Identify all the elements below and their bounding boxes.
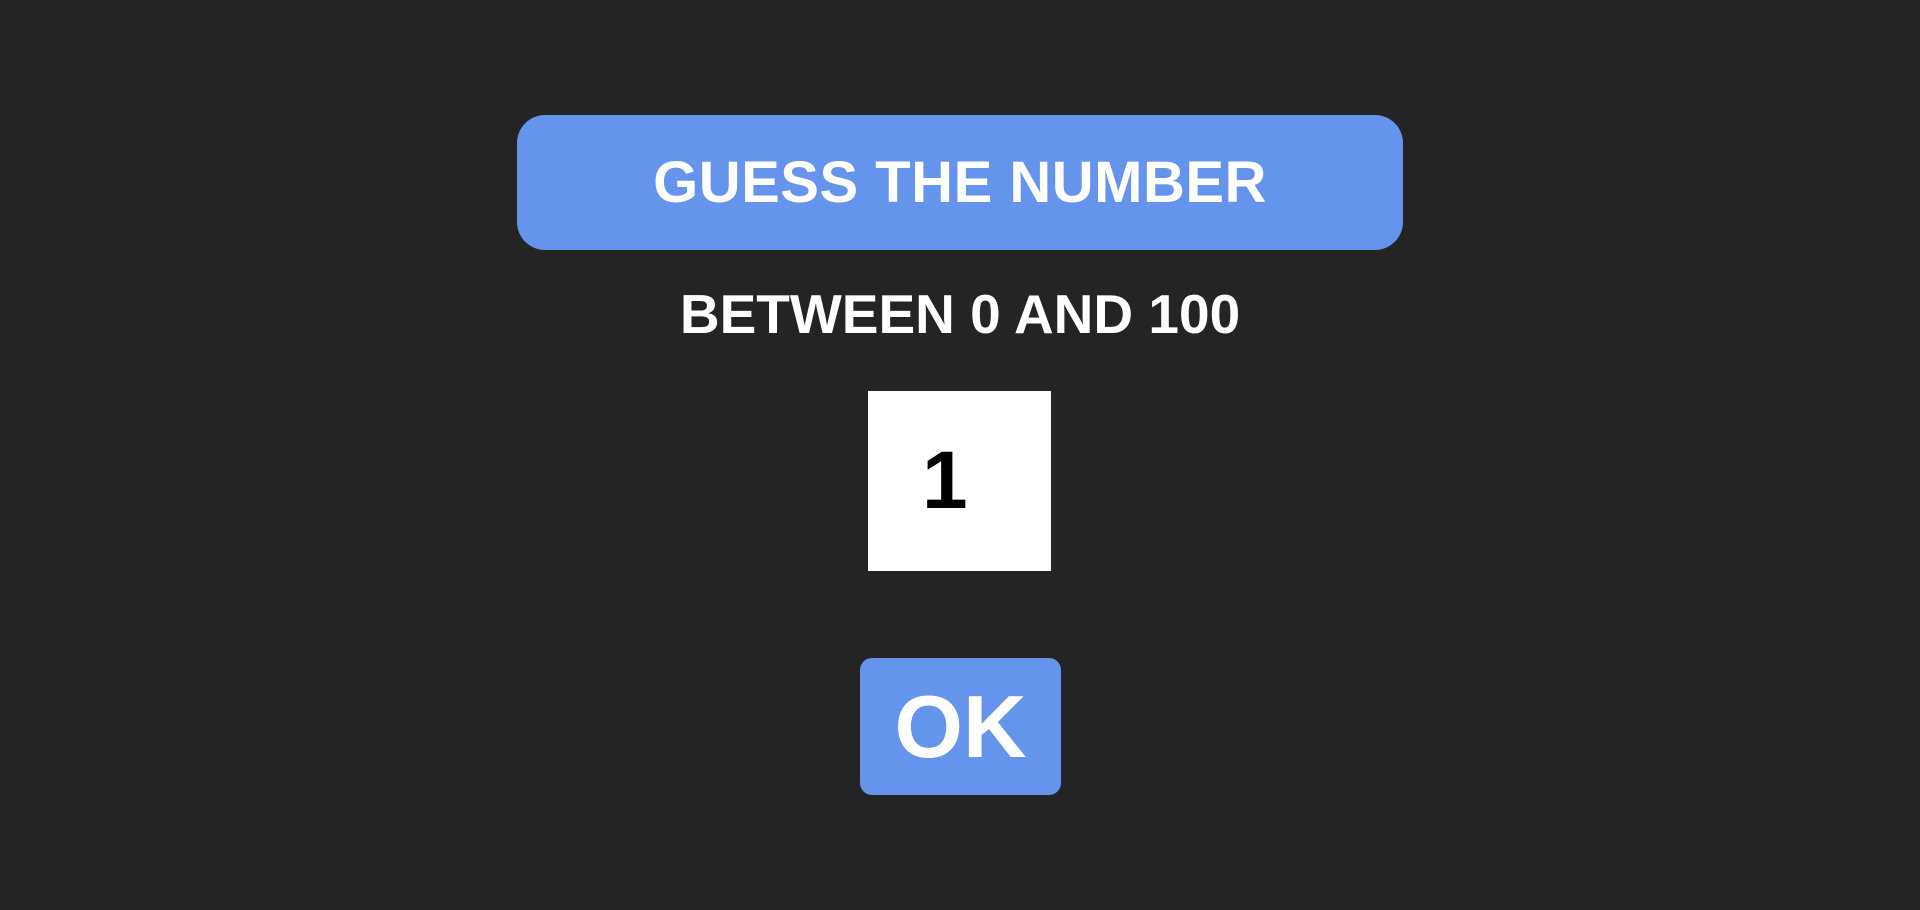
ok-button[interactable]: OK — [860, 658, 1061, 795]
guess-input[interactable] — [868, 391, 1051, 571]
page-title: GUESS THE NUMBER — [653, 150, 1267, 215]
range-hint: BETWEEN 0 AND 100 — [679, 283, 1241, 345]
title-banner: GUESS THE NUMBER — [517, 115, 1403, 250]
